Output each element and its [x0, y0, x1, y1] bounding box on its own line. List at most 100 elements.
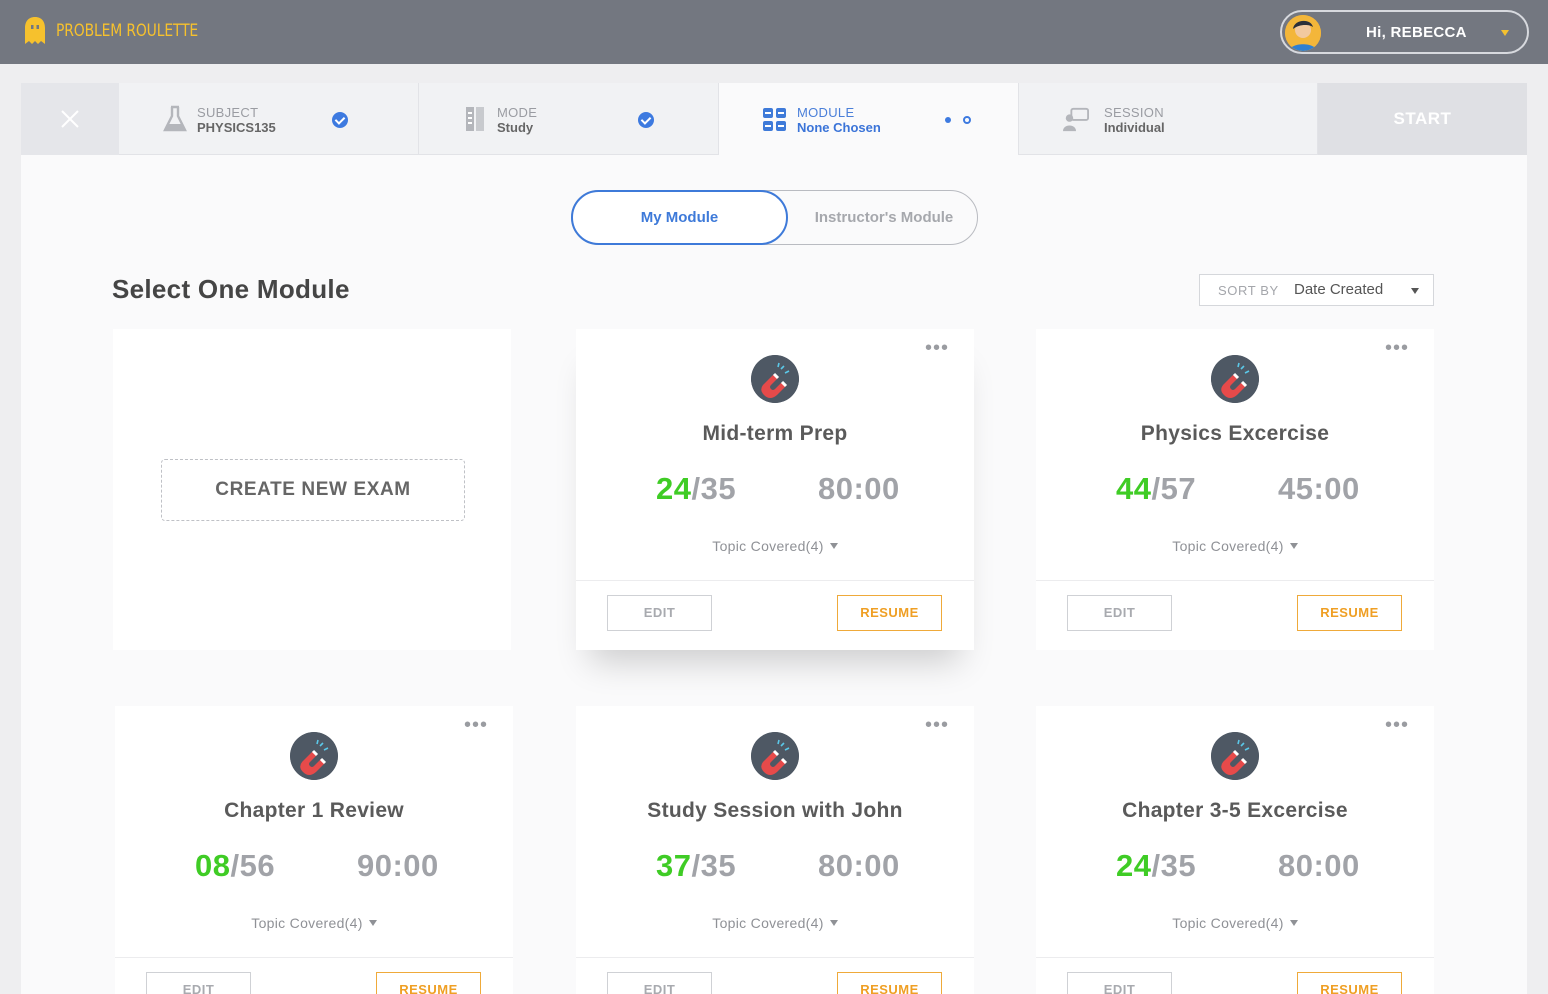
resume-button[interactable]: RESUME: [1297, 972, 1402, 994]
topics-dropdown[interactable]: Topic Covered(4): [576, 538, 974, 554]
ghost-logo-icon: [25, 17, 45, 44]
user-greeting: Hi, REBECCA: [1366, 24, 1467, 41]
topics-dropdown[interactable]: Topic Covered(4): [576, 915, 974, 931]
module-title: Physics Excercise: [1140, 422, 1330, 445]
tab-my-module[interactable]: My Module: [571, 190, 788, 245]
resume-button[interactable]: RESUME: [1297, 595, 1402, 631]
topics-dropdown[interactable]: Topic Covered(4): [1036, 915, 1434, 931]
topics-dropdown[interactable]: Topic Covered(4): [115, 915, 513, 931]
chevron-down-icon: [1289, 920, 1298, 926]
module-card[interactable]: ••• Chapter 1 Review 08/56 90:00 Topic C…: [115, 706, 513, 994]
edit-button[interactable]: EDIT: [1067, 595, 1172, 631]
divider: [1036, 580, 1434, 581]
topics-label: Topic Covered(4): [712, 915, 824, 931]
topics-dropdown[interactable]: Topic Covered(4): [1036, 538, 1434, 554]
step-module[interactable]: MODULE None Chosen: [719, 83, 1019, 155]
chevron-down-icon[interactable]: [1501, 30, 1509, 36]
start-button[interactable]: START: [1318, 83, 1527, 155]
top-bar: PROBLEM ROULETTE Hi, REBECCA: [0, 0, 1548, 64]
step-session[interactable]: SESSION Individual: [1019, 83, 1318, 155]
magnet-icon: [751, 355, 799, 403]
questions-done: 24: [656, 471, 692, 506]
questions-total: /35: [1151, 848, 1197, 883]
module-title: Mid-term Prep: [702, 422, 848, 445]
more-options-icon[interactable]: •••: [464, 715, 488, 735]
app-logo[interactable]: PROBLEM ROULETTE: [24, 16, 229, 46]
module-card[interactable]: ••• Mid-term Prep 24/35 80:00 Topic Cove…: [576, 329, 974, 650]
module-source-toggle: My Module Instructor's Module: [571, 190, 978, 245]
page-title: Select One Module: [112, 274, 350, 304]
questions-total: /56: [230, 848, 276, 883]
questions-total: /57: [1151, 471, 1197, 506]
progress-score: 37/35: [656, 848, 736, 884]
chevron-down-icon: [829, 920, 838, 926]
edit-button[interactable]: EDIT: [1067, 972, 1172, 994]
magnet-icon: [751, 732, 799, 780]
more-options-icon[interactable]: •••: [1385, 715, 1409, 735]
step-label: SUBJECT: [197, 105, 259, 120]
sort-value: Date Created: [1294, 281, 1384, 298]
progress-score: 08/56: [195, 848, 275, 884]
check-icon: [332, 112, 348, 128]
magnet-icon: [1211, 732, 1259, 780]
edit-button[interactable]: EDIT: [146, 972, 251, 994]
create-exam-card: CREATE NEW EXAM: [113, 329, 511, 650]
questions-done: 08: [195, 848, 231, 883]
more-options-icon[interactable]: •••: [925, 338, 949, 358]
topics-label: Topic Covered(4): [712, 538, 824, 554]
time-limit: 45:00: [1278, 471, 1360, 506]
topics-label: Topic Covered(4): [1172, 915, 1284, 931]
magnet-icon: [1211, 355, 1259, 403]
more-options-icon[interactable]: •••: [925, 715, 949, 735]
step-value: Study: [497, 120, 534, 135]
topics-label: Topic Covered(4): [1172, 538, 1284, 554]
questions-done: 24: [1116, 848, 1152, 883]
more-options-icon[interactable]: •••: [1385, 338, 1409, 358]
step-label: MODULE: [797, 105, 855, 120]
flask-icon: [163, 105, 187, 132]
step-value: PHYSICS135: [197, 120, 276, 135]
chevron-down-icon: [1289, 543, 1298, 549]
edit-button[interactable]: EDIT: [607, 972, 712, 994]
step-mode[interactable]: MODE Study: [419, 83, 719, 155]
create-new-exam-button[interactable]: CREATE NEW EXAM: [161, 459, 465, 521]
questions-done: 44: [1116, 471, 1152, 506]
module-card[interactable]: ••• Study Session with John 37/35 80:00 …: [576, 706, 974, 994]
module-panel: SUBJECT PHYSICS135 MODE Study MODULE Non…: [21, 83, 1527, 994]
resume-button[interactable]: RESUME: [376, 972, 481, 994]
questions-done: 37: [656, 848, 692, 883]
user-menu[interactable]: Hi, REBECCA: [1280, 10, 1529, 54]
edit-button[interactable]: EDIT: [607, 595, 712, 631]
resume-button[interactable]: RESUME: [837, 595, 942, 631]
close-button[interactable]: [21, 83, 119, 155]
chevron-down-icon: [368, 920, 377, 926]
module-card[interactable]: ••• Chapter 3-5 Excercise 24/35 80:00 To…: [1036, 706, 1434, 994]
topics-label: Topic Covered(4): [251, 915, 363, 931]
grid-icon: [763, 108, 786, 131]
questions-total: /35: [691, 848, 737, 883]
sort-label: SORT BY: [1218, 283, 1279, 298]
check-icon: [638, 112, 654, 128]
resume-button[interactable]: RESUME: [837, 972, 942, 994]
app-name: PROBLEM ROULETTE: [56, 21, 199, 41]
time-limit: 90:00: [357, 848, 439, 883]
questions-total: /35: [691, 471, 737, 506]
divider: [576, 580, 974, 581]
tab-instructor-module[interactable]: Instructor's Module: [789, 191, 979, 244]
chevron-down-icon: [829, 543, 838, 549]
step-subject[interactable]: SUBJECT PHYSICS135: [119, 83, 419, 155]
step-value: None Chosen: [797, 120, 881, 135]
progress-score: 24/35: [656, 471, 736, 507]
time-limit: 80:00: [1278, 848, 1360, 883]
sort-dropdown[interactable]: SORT BY Date Created: [1199, 274, 1434, 306]
chat-icon: [1063, 107, 1089, 132]
step-value: Individual: [1104, 120, 1165, 135]
close-icon: [61, 110, 79, 128]
module-card[interactable]: ••• Physics Excercise 44/57 45:00 Topic …: [1036, 329, 1434, 650]
module-title: Chapter 1 Review: [224, 799, 404, 822]
magnet-icon: [290, 732, 338, 780]
module-title: Study Session with John: [647, 799, 903, 822]
step-bar: SUBJECT PHYSICS135 MODE Study MODULE Non…: [21, 83, 1527, 155]
time-limit: 80:00: [818, 471, 900, 506]
divider: [115, 957, 513, 958]
